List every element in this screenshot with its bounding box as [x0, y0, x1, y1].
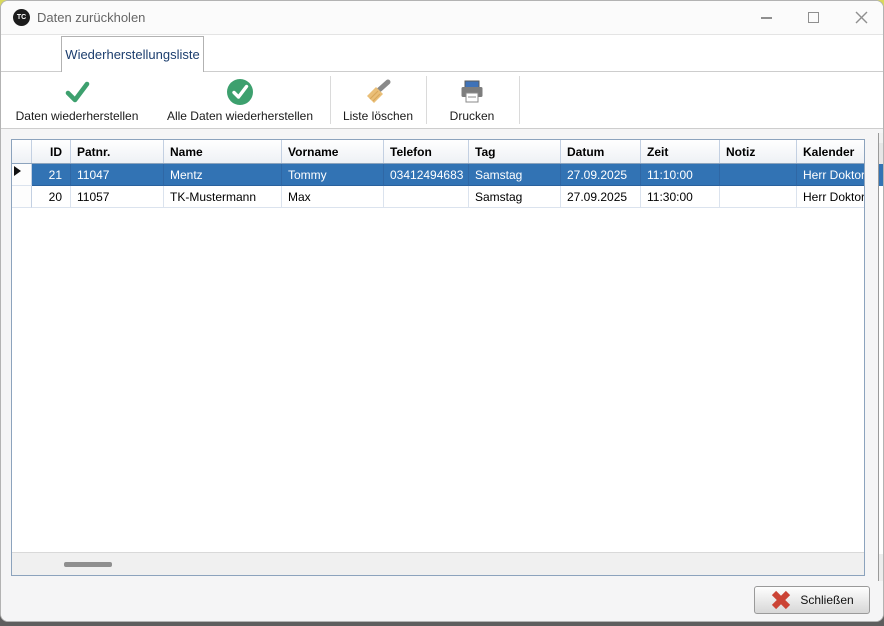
close-dialog-button[interactable]: Schließen — [754, 586, 870, 614]
clear-list-button[interactable]: Liste löschen — [336, 74, 420, 126]
column-header-notiz[interactable]: Notiz — [720, 140, 797, 163]
column-header-telefon[interactable]: Telefon — [384, 140, 469, 163]
recovery-table: ID Patnr. Name Vorname Telefon Tag Datum… — [11, 139, 865, 576]
app-icon: TC — [13, 9, 30, 26]
cell-kalender: Herr Doktor — [797, 164, 864, 186]
table-row[interactable]: 21 11047 Mentz Tommy 03412494683 Samstag… — [12, 164, 864, 186]
restore-data-button[interactable]: Daten wiederherstellen — [3, 74, 151, 126]
table-row[interactable]: 20 11057 TK-Mustermann Max Samstag 27.09… — [12, 186, 864, 208]
close-window-button[interactable] — [841, 1, 881, 34]
cell-vorname: Max — [282, 186, 384, 208]
row-selector-cell — [12, 186, 32, 208]
restore-all-data-button[interactable]: Alle Daten wiederherstellen — [156, 74, 324, 126]
maximize-button[interactable] — [793, 1, 833, 34]
print-label: Drucken — [450, 109, 495, 123]
cell-kalender: Herr Doktor — [797, 186, 864, 208]
cell-notiz — [720, 186, 797, 208]
cell-tag: Samstag — [469, 164, 561, 186]
cell-id: 20 — [32, 186, 71, 208]
close-dialog-label: Schließen — [800, 593, 853, 607]
clear-list-label: Liste löschen — [343, 109, 413, 123]
toolbar-separator — [519, 76, 520, 124]
cell-telefon — [384, 186, 469, 208]
current-row-arrow-icon — [14, 166, 21, 176]
column-header-vorname[interactable]: Vorname — [282, 140, 384, 163]
minimize-button[interactable] — [746, 1, 786, 34]
red-x-icon — [770, 589, 792, 611]
column-header-zeit[interactable]: Zeit — [641, 140, 720, 163]
cell-telefon: 03412494683 — [384, 164, 469, 186]
printer-icon — [458, 78, 486, 106]
row-selector-cell — [12, 164, 32, 186]
toolbar: Daten wiederherstellen Alle Daten wieder… — [1, 71, 883, 129]
cell-name: TK-Mustermann — [164, 186, 282, 208]
scrollbar-thumb[interactable] — [64, 562, 112, 567]
toolbar-separator — [330, 76, 331, 124]
cell-patnr: 11057 — [71, 186, 164, 208]
check-circle-icon — [226, 78, 254, 106]
broom-icon — [364, 78, 392, 106]
column-header-tag[interactable]: Tag — [469, 140, 561, 163]
table-empty-area — [12, 208, 864, 552]
column-header-name[interactable]: Name — [164, 140, 282, 163]
cell-vorname: Tommy — [282, 164, 384, 186]
horizontal-scrollbar[interactable] — [12, 552, 864, 575]
window-title: Daten zurückholen — [37, 10, 145, 25]
column-header-patnr[interactable]: Patnr. — [71, 140, 164, 163]
content-panel: ID Patnr. Name Vorname Telefon Tag Datum… — [1, 129, 883, 621]
tab-wiederherstellungsliste[interactable]: Wiederherstellungsliste — [61, 36, 204, 72]
check-icon — [63, 78, 91, 106]
cell-name: Mentz — [164, 164, 282, 186]
column-header-kalender[interactable]: Kalender — [797, 140, 864, 163]
toolbar-separator — [426, 76, 427, 124]
maximize-icon — [808, 12, 819, 23]
cell-zeit: 11:30:00 — [641, 186, 720, 208]
restore-data-label: Daten wiederherstellen — [16, 109, 139, 123]
table-header-row: ID Patnr. Name Vorname Telefon Tag Datum… — [12, 140, 864, 164]
close-icon — [855, 11, 868, 24]
minimize-icon — [761, 17, 772, 19]
cell-notiz — [720, 164, 797, 186]
title-bar[interactable]: TC Daten zurückholen — [1, 1, 883, 35]
cell-datum: 27.09.2025 — [561, 186, 641, 208]
cell-zeit: 11:10:00 — [641, 164, 720, 186]
cell-datum: 27.09.2025 — [561, 164, 641, 186]
cell-patnr: 11047 — [71, 164, 164, 186]
selector-column-header — [12, 140, 32, 163]
print-button[interactable]: Drucken — [432, 74, 512, 126]
column-header-id[interactable]: ID — [32, 140, 71, 163]
dialog-window: TC Daten zurückholen Wiederherstellungsl… — [0, 0, 884, 622]
column-header-datum[interactable]: Datum — [561, 140, 641, 163]
cell-id: 21 — [32, 164, 71, 186]
background-window-sliver — [878, 133, 884, 581]
cell-tag: Samstag — [469, 186, 561, 208]
restore-all-data-label: Alle Daten wiederherstellen — [167, 109, 313, 123]
